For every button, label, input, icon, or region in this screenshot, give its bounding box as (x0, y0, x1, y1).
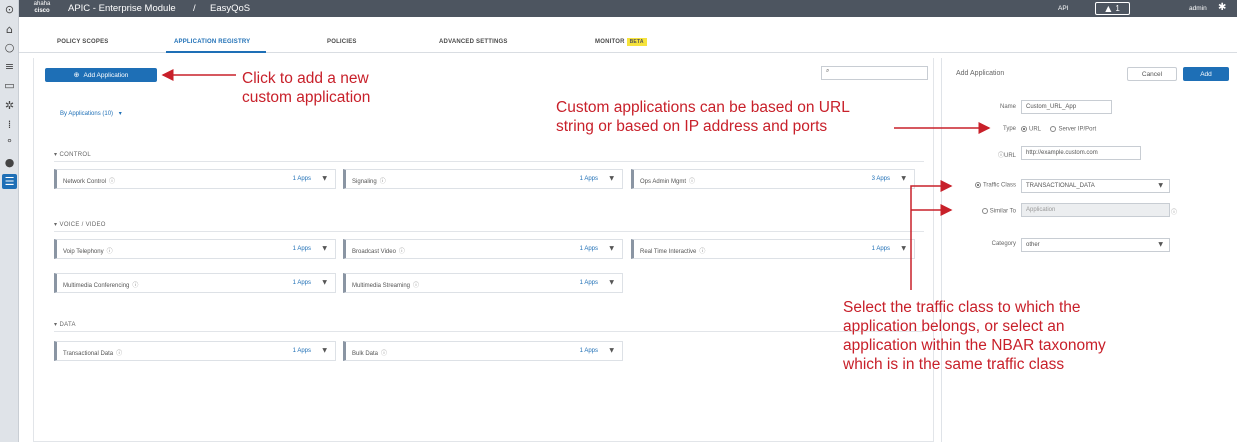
note-line: Custom applications can be based on URL (556, 99, 850, 116)
type-note: Custom applications can be based on URL … (556, 98, 850, 136)
note-line: which is in the same traffic class (843, 356, 1065, 373)
annotation-arrows (161, 69, 991, 290)
note-line: Click to add a new (242, 70, 369, 87)
traffic-class-note: Select the traffic class to which the ap… (843, 298, 1106, 374)
note-line: custom application (242, 89, 371, 106)
add-application-note: Click to add a new custom application (242, 69, 370, 107)
note-line: application belongs, or select an (843, 318, 1065, 335)
traffic-class-arrow (910, 180, 953, 290)
note-line: application within the NBAR taxonomy (843, 337, 1106, 354)
note-line: Select the traffic class to which the (843, 299, 1081, 316)
note-line: string or based on IP address and ports (556, 118, 828, 135)
